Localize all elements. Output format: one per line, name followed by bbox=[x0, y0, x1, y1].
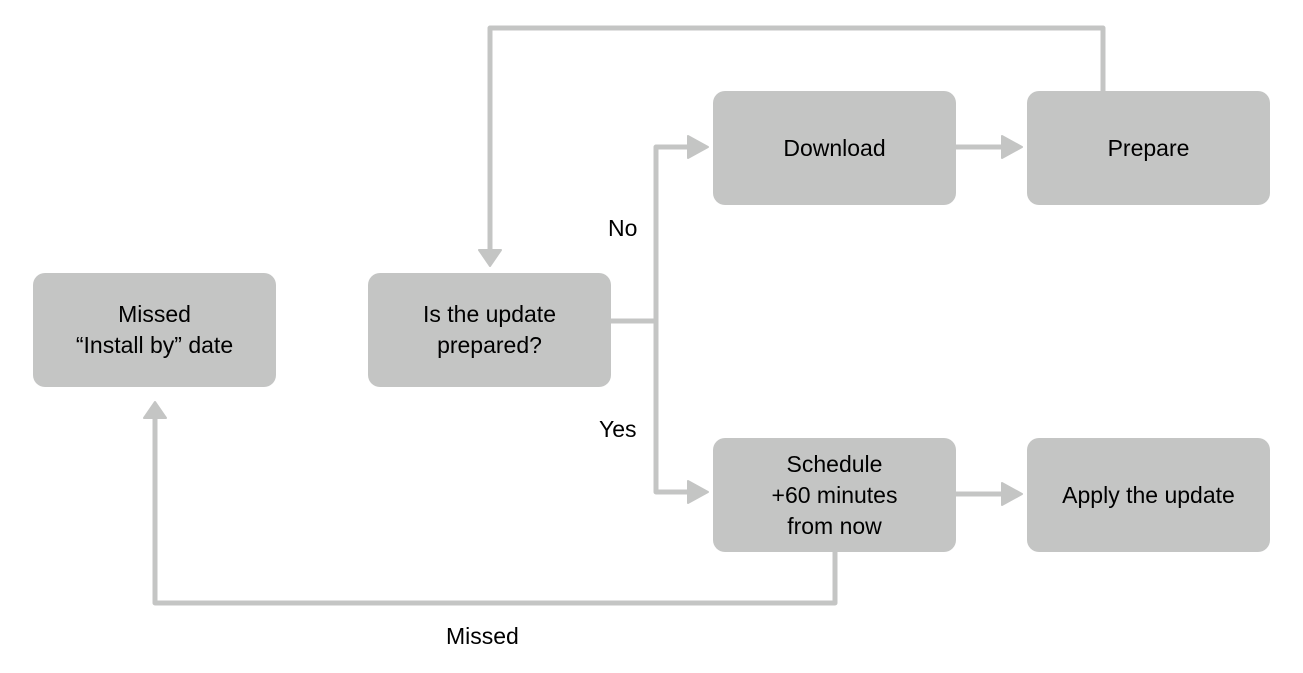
arrowhead-to-prepare bbox=[1001, 135, 1023, 159]
node-schedule: Schedule +60 minutes from now bbox=[713, 438, 956, 552]
edge-label-yes: Yes bbox=[599, 416, 637, 442]
node-text-line: from now bbox=[787, 512, 882, 539]
node-text-line: “Install by” date bbox=[75, 332, 234, 358]
edge-label-no: No bbox=[608, 215, 638, 241]
node-text-line: prepared? bbox=[437, 332, 542, 358]
node-download: Download bbox=[713, 91, 956, 205]
node-text-line: Prepare bbox=[1107, 134, 1190, 161]
arrowhead-to-missed bbox=[143, 401, 167, 419]
node-text-line: Download bbox=[783, 134, 886, 161]
edge-no-branch bbox=[653, 144, 690, 321]
arrowhead-to-is-prepared bbox=[478, 249, 502, 267]
edge-yes-branch bbox=[653, 321, 690, 495]
node-text-line: Is the update bbox=[423, 301, 556, 327]
arrowhead-to-apply bbox=[1001, 482, 1023, 506]
edge-label-missed: Missed bbox=[446, 623, 519, 649]
arrowhead-to-download bbox=[687, 135, 709, 159]
node-prepare: Prepare bbox=[1027, 91, 1270, 205]
arrowhead-to-schedule bbox=[687, 480, 709, 504]
node-missed-install-by-date: Missed “Install by” date bbox=[33, 273, 276, 387]
node-is-update-prepared: Is the update prepared? bbox=[368, 273, 611, 387]
node-text-line: Missed bbox=[118, 301, 191, 327]
node-text-line: Apply the update bbox=[1062, 481, 1235, 508]
node-apply-update: Apply the update bbox=[1027, 438, 1270, 552]
node-text-line: +60 minutes bbox=[771, 481, 898, 508]
node-text-line: Schedule bbox=[786, 450, 883, 477]
